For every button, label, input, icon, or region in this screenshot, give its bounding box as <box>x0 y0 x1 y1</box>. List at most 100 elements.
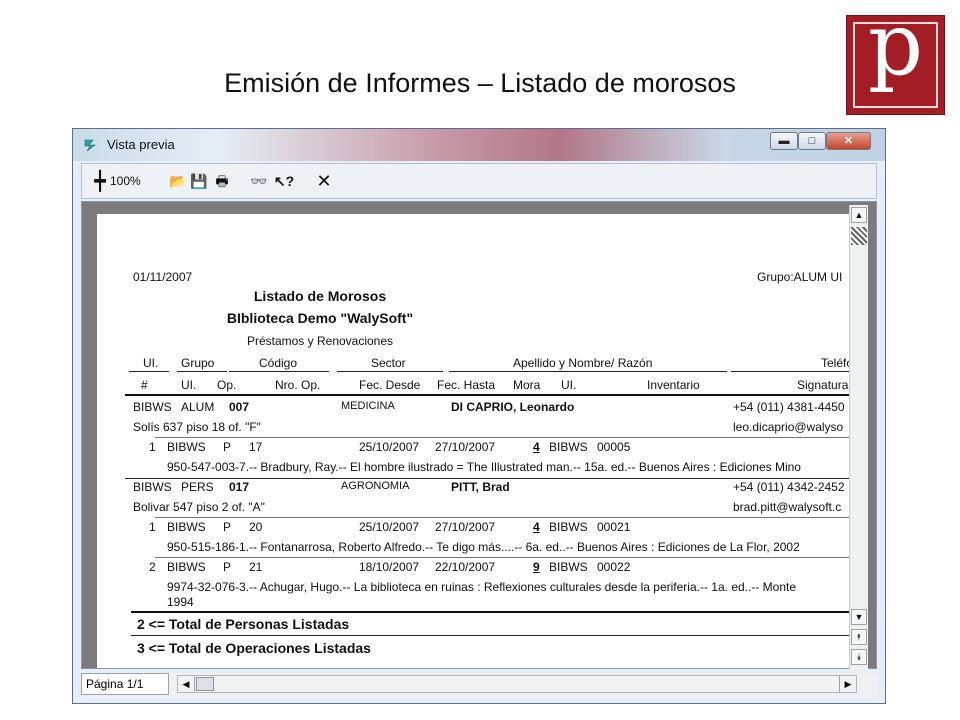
op-nro: 21 <box>249 560 263 574</box>
save-icon[interactable]: 💾 <box>189 171 209 191</box>
op-num: 1 <box>149 440 156 454</box>
report-subtitle: Préstamos y Renovaciones <box>246 334 394 348</box>
col-inventario: Inventario <box>647 378 700 392</box>
scroll-up-button[interactable]: ▲ <box>851 207 867 223</box>
op-num: 1 <box>149 520 156 534</box>
op-ui: BIBWS <box>167 560 206 574</box>
page-down-button[interactable]: ⯯ <box>851 649 867 665</box>
col-apellido: Apellido y Nombre/ Razón <box>513 356 653 370</box>
person-grupo: PERS <box>181 480 214 494</box>
op-ui: BIBWS <box>167 440 206 454</box>
op-nro: 17 <box>249 440 263 454</box>
header-rule <box>177 371 227 372</box>
minimize-button[interactable]: ▬ <box>770 132 798 150</box>
op-ui2: BIBWS <box>549 440 588 454</box>
vertical-scrollbar[interactable]: ▲ ▼ ⯭ ⯯ <box>849 205 868 669</box>
scroll-left-button[interactable]: ◀ <box>178 676 195 692</box>
brand-logo: p <box>846 2 945 115</box>
col-op-ui: UI. <box>181 378 197 392</box>
col-mora: Mora <box>513 378 541 392</box>
maximize-button[interactable]: □ <box>798 132 826 150</box>
scroll-down-button[interactable]: ▼ <box>851 609 867 625</box>
page-up-button[interactable]: ⯭ <box>851 629 867 645</box>
open-folder-icon[interactable]: 📂 <box>168 171 188 191</box>
op-fec-hasta: 27/10/2007 <box>435 520 496 534</box>
status-bar: Página 1/1 ◀ ▶ <box>81 673 877 697</box>
person-direccion: Bolivar 547 piso 2 of. "A" <box>133 500 265 514</box>
person-telefono: +54 (011) 4342-2452 <box>733 480 845 494</box>
col-codigo: Código <box>259 356 298 370</box>
report-title: Listado de Morosos <box>253 288 387 304</box>
window-title: Vista previa <box>107 137 175 152</box>
op-tipo: P <box>223 440 232 454</box>
col-op-ui2: UI. <box>561 378 577 392</box>
person-codigo: 017 <box>229 480 250 494</box>
col-num: # <box>141 378 148 392</box>
person-nombre: DI CAPRIO, Leonardo <box>451 400 575 414</box>
row-rule <box>155 517 860 518</box>
op-fec-hasta: 22/10/2007 <box>435 560 496 574</box>
col-sector: Sector <box>371 356 406 370</box>
person-direccion: Solís 637 piso 18 of. "F" <box>133 420 261 434</box>
op-mora: 4 <box>533 520 540 534</box>
find-icon[interactable]: 👓 <box>248 171 270 191</box>
zoom-level[interactable]: 100% <box>110 171 150 191</box>
op-num: 2 <box>149 560 156 574</box>
report-library: BIblioteca Demo "WalySoft" <box>226 310 414 326</box>
op-fec-desde: 25/10/2007 <box>359 520 420 534</box>
total-operaciones: 3 <= Total de Operaciones Listadas <box>137 640 371 656</box>
person-nombre: PITT, Brad <box>451 480 510 494</box>
op-mora: 4 <box>533 440 540 454</box>
op-ui2: BIBWS <box>549 560 588 574</box>
preview-area[interactable]: 01/11/2007 Grupo:ALUM UI Listado de Moro… <box>81 201 877 669</box>
col-fec-desde: Fec. Desde <box>359 378 421 392</box>
horizontal-scrollbar[interactable]: ◀ ▶ <box>177 675 857 693</box>
page-indicator: Página 1/1 <box>81 673 169 695</box>
header-rule <box>129 371 169 372</box>
col-ui: UI. <box>143 356 159 370</box>
op-mora: 9 <box>533 560 540 574</box>
close-window-button[interactable]: ✕ <box>826 132 871 150</box>
op-inventario: 00021 <box>597 520 631 534</box>
col-fec-hasta: Fec. Hasta <box>437 378 496 392</box>
op-inventario: 00005 <box>597 440 631 454</box>
row-rule <box>155 557 860 558</box>
totals-rule <box>131 611 860 613</box>
op-nro: 20 <box>249 520 263 534</box>
op-ui: BIBWS <box>167 520 206 534</box>
op-fec-desde: 18/10/2007 <box>359 560 420 574</box>
person-separator <box>125 478 860 479</box>
col-nro-op: Nro. Op. <box>275 378 321 392</box>
row-rule <box>155 437 860 438</box>
header-rule <box>229 371 329 372</box>
header-rule <box>337 371 443 372</box>
total-personas: 2 <= Total de Personas Listadas <box>137 616 350 632</box>
context-help-icon[interactable]: ↖? <box>272 171 296 191</box>
window-titlebar[interactable]: Vista previa ▬ □ ✕ <box>73 129 885 161</box>
close-preview-icon[interactable]: ✕ <box>314 171 334 191</box>
header-rule <box>449 371 727 372</box>
horizontal-scroll-thumb[interactable] <box>196 677 214 691</box>
person-sector: MEDICINA <box>341 400 395 412</box>
print-icon[interactable]: 🖶 <box>211 171 233 191</box>
op-descripcion-cont: 1994 <box>167 595 194 609</box>
report-page: 01/11/2007 Grupo:ALUM UI Listado de Moro… <box>97 214 860 668</box>
report-date: 01/11/2007 <box>133 270 193 284</box>
op-ui2: BIBWS <box>549 520 588 534</box>
scroll-right-button[interactable]: ▶ <box>839 676 856 692</box>
preview-window: Vista previa ▬ □ ✕ ┿ 100% 📂 💾 🖶 👓 ↖? ✕ 0… <box>72 128 886 704</box>
scroll-thumb[interactable] <box>851 227 867 245</box>
col-grupo: Grupo <box>181 356 215 370</box>
op-descripcion: 9974-32-076-3.-- Achugar, Hugo.-- La bib… <box>167 580 797 594</box>
person-email: brad.pitt@walysoft.c <box>733 500 842 514</box>
app-icon <box>84 139 96 152</box>
zoom-icon[interactable]: ┿ <box>90 171 110 191</box>
header-rule-bottom <box>125 394 860 396</box>
person-grupo: ALUM <box>181 400 215 414</box>
op-descripcion: 950-515-186-1.-- Fontanarrosa, Roberto A… <box>167 540 800 554</box>
person-telefono: +54 (011) 4381-4450 <box>733 400 845 414</box>
op-tipo: P <box>223 560 232 574</box>
op-tipo: P <box>223 520 232 534</box>
slide-title: Emisión de Informes – Listado de morosos <box>224 68 736 98</box>
person-ui: BIBWS <box>133 400 172 414</box>
